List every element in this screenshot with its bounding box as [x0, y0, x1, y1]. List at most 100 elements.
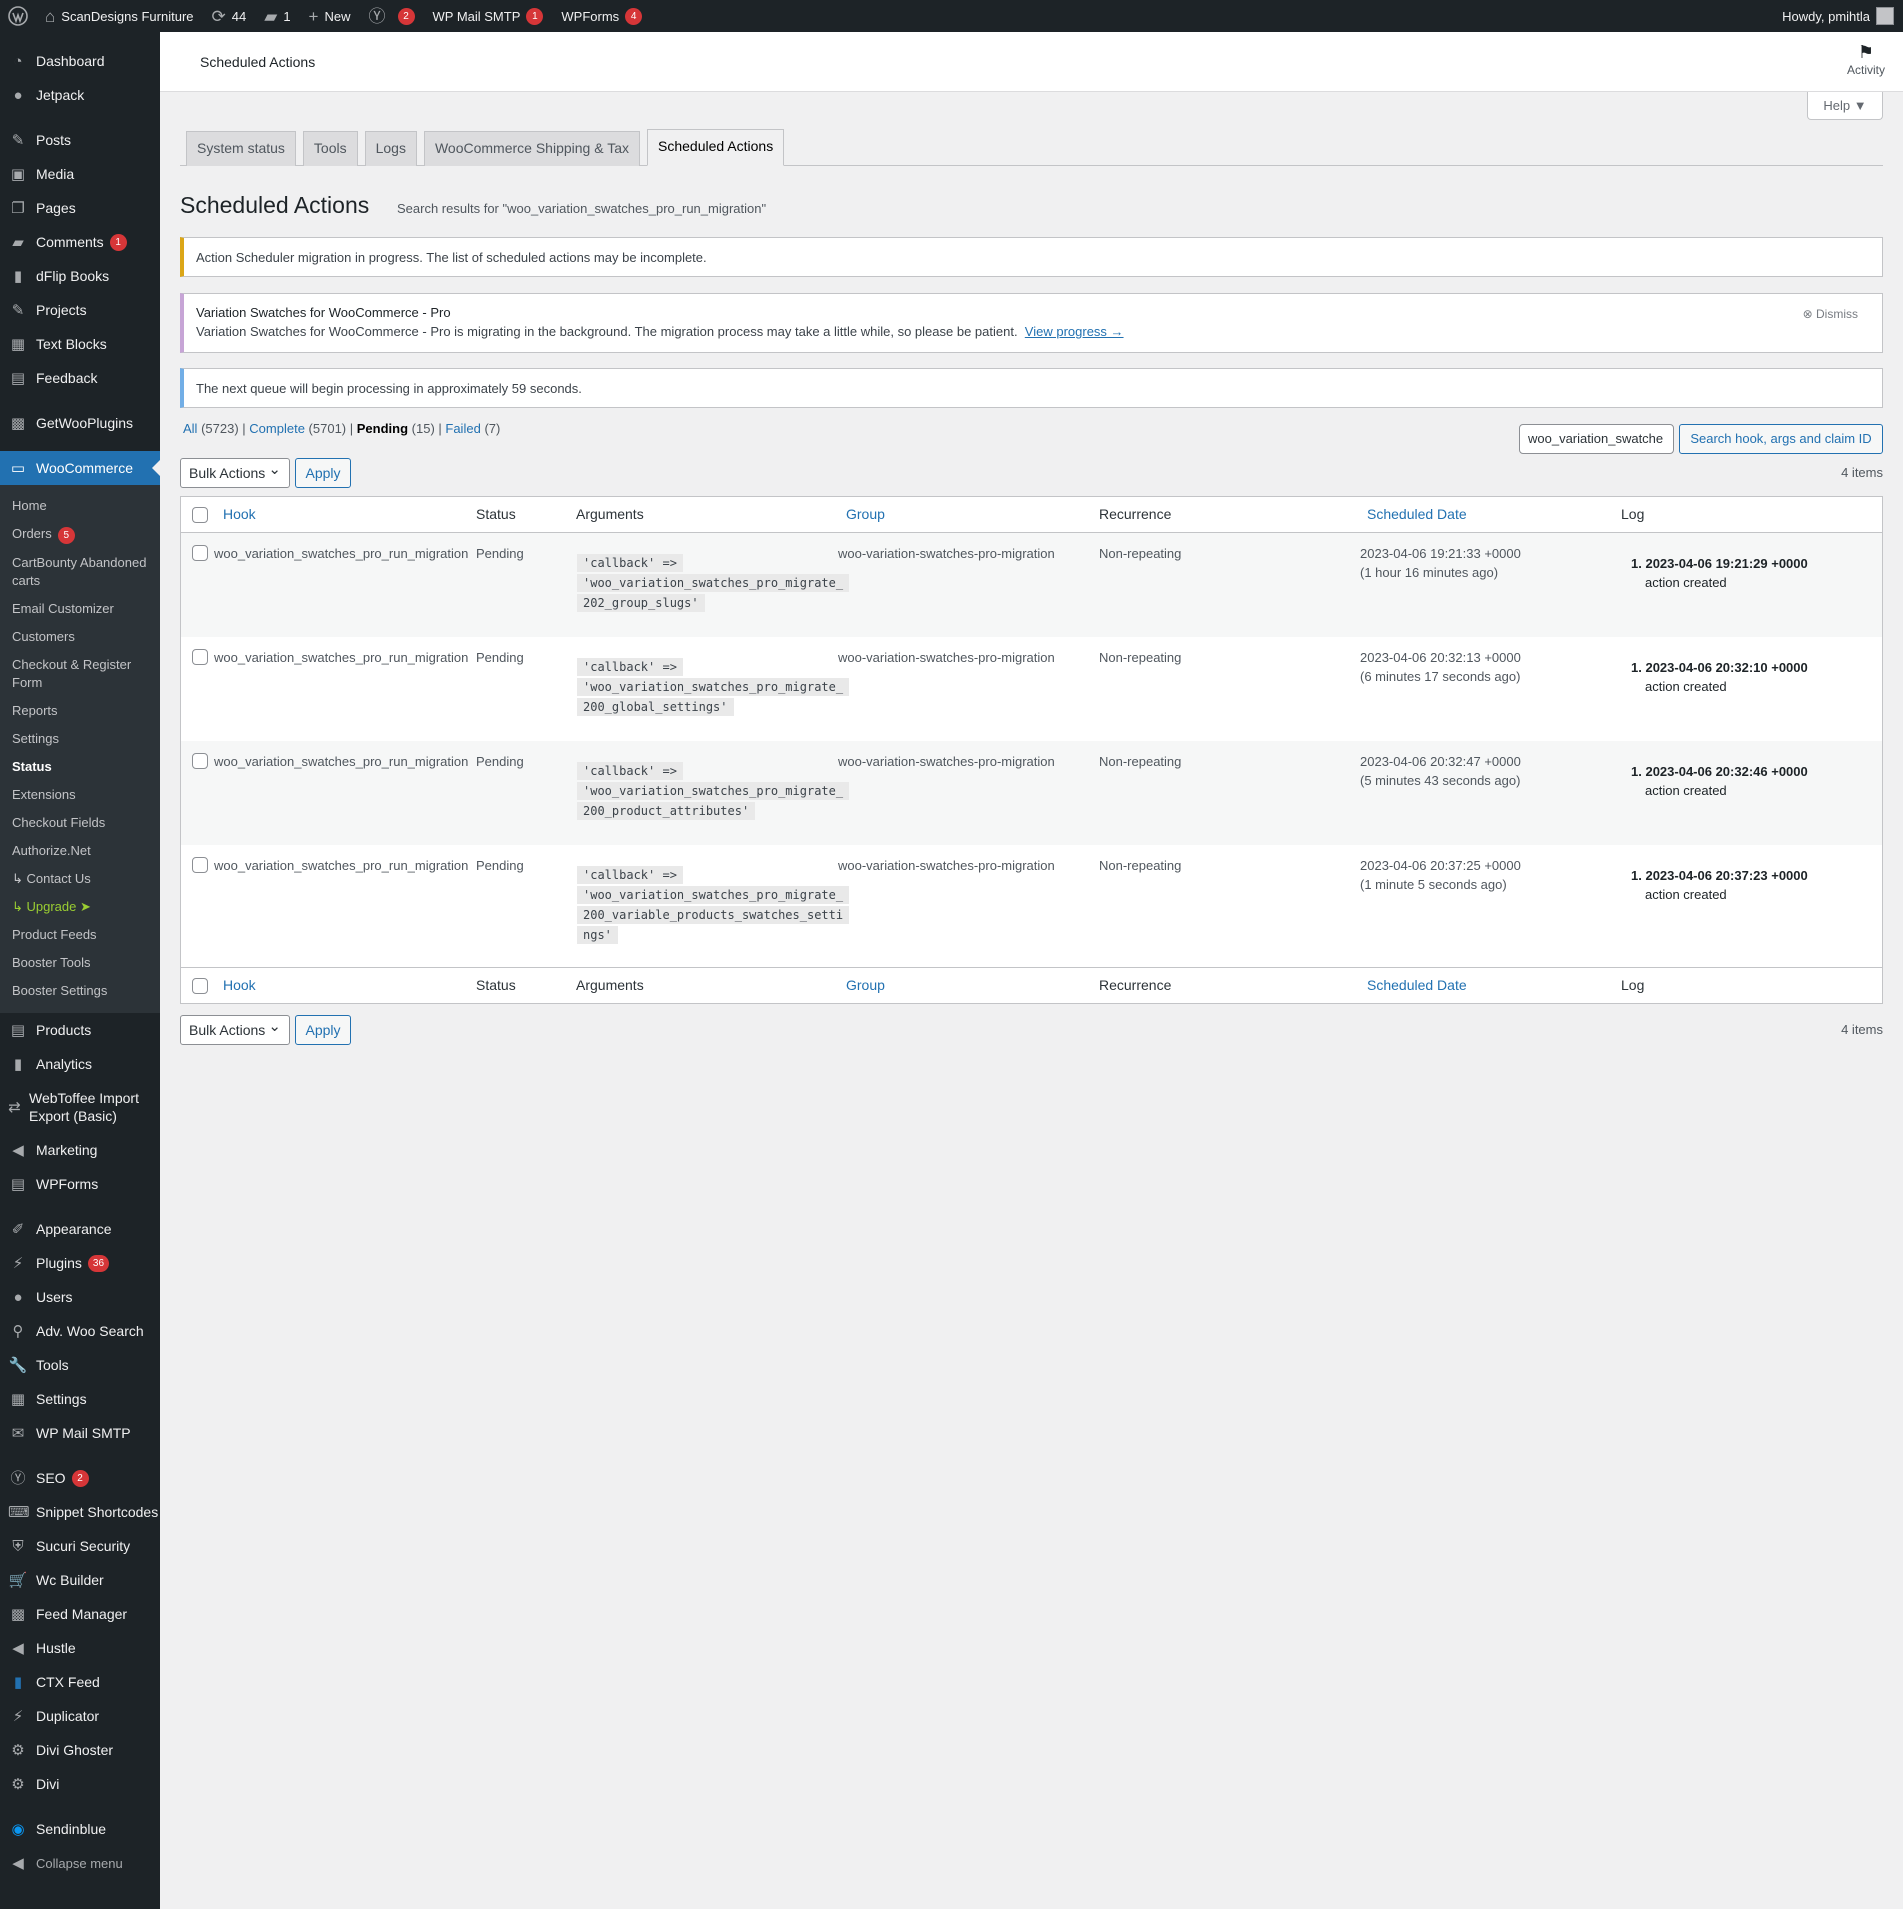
sidebar-item-wc-builder[interactable]: 🛒 Wc Builder — [0, 1563, 160, 1597]
sidebar-item-appearance[interactable]: ✐ Appearance — [0, 1212, 160, 1246]
activity-button[interactable]: ⚑ Activity — [1847, 42, 1885, 77]
tab-logs[interactable]: Logs — [364, 131, 417, 166]
sidebar-item-wp-mail-smtp[interactable]: ✉ WP Mail SMTP — [0, 1416, 160, 1450]
submenu-settings[interactable]: Settings — [0, 725, 160, 753]
view-progress-link[interactable]: View progress → — [1025, 324, 1124, 339]
tab-system-status[interactable]: System status — [186, 131, 296, 166]
submenu-checkout-register[interactable]: Checkout & Register Form — [0, 651, 160, 697]
sidebar-item-duplicator[interactable]: ⚡ Duplicator — [0, 1699, 160, 1733]
submenu-status[interactable]: Status — [0, 753, 160, 781]
submenu-contact-us[interactable]: ↳ Contact Us — [0, 865, 160, 893]
sidebar-item-comments[interactable]: ▰ Comments 1 — [0, 225, 160, 259]
updates-link[interactable]: ⟳ 44 — [203, 0, 256, 32]
sidebar-item-webtoffee[interactable]: ⇄ WebToffee Import Export (Basic) — [0, 1081, 160, 1133]
row-checkbox[interactable] — [192, 857, 208, 873]
column-group[interactable]: Group — [846, 977, 885, 993]
sidebar-item-text-blocks[interactable]: ▦ Text Blocks — [0, 327, 160, 361]
comments-link[interactable]: ▰ 1 — [255, 0, 299, 32]
row-checkbox[interactable] — [192, 545, 208, 561]
wp-mail-smtp-link[interactable]: WP Mail SMTP 1 — [424, 0, 553, 32]
submenu-authorize-net[interactable]: Authorize.Net — [0, 837, 160, 865]
sidebar-item-getwooplugins[interactable]: ▩ GetWooPlugins — [0, 406, 160, 440]
row-checkbox[interactable] — [192, 649, 208, 665]
collapse-menu-button[interactable]: ◀ Collapse menu — [0, 1846, 160, 1880]
bulk-actions-select[interactable]: Bulk Actions — [180, 456, 290, 488]
sidebar-item-products[interactable]: ▤ Products — [0, 1013, 160, 1047]
wordpress-logo-icon[interactable] — [0, 0, 36, 32]
search-icon: ⚲ — [12, 1322, 24, 1340]
filter-complete[interactable]: Complete — [249, 421, 305, 436]
sidebar-item-pages[interactable]: ❐ Pages — [0, 191, 160, 225]
apply-button-bottom[interactable]: Apply — [295, 1015, 351, 1045]
sidebar-item-woocommerce[interactable]: ▭ WooCommerce — [0, 451, 160, 485]
filter-pending[interactable]: Pending — [357, 421, 408, 436]
sidebar-item-posts[interactable]: ✎ Posts — [0, 123, 160, 157]
apply-button[interactable]: Apply — [295, 458, 351, 488]
filter-all[interactable]: All — [183, 421, 197, 436]
my-account-link[interactable]: Howdy, pmihtla — [1773, 0, 1903, 32]
wpforms-link[interactable]: WPForms 4 — [552, 0, 651, 32]
column-scheduled-date[interactable]: Scheduled Date — [1367, 506, 1467, 522]
submenu-checkout-fields[interactable]: Checkout Fields — [0, 809, 160, 837]
sidebar-item-users[interactable]: ● Users — [0, 1280, 160, 1314]
dismiss-button[interactable]: ⊗ Dismiss — [1803, 307, 1858, 321]
column-scheduled-date[interactable]: Scheduled Date — [1367, 977, 1467, 993]
select-all-checkbox-bottom[interactable] — [192, 978, 208, 994]
select-all-checkbox[interactable] — [192, 507, 208, 523]
sidebar-item-analytics[interactable]: ▮ Analytics — [0, 1047, 160, 1081]
sidebar-item-feed-manager[interactable]: ▩ Feed Manager — [0, 1597, 160, 1631]
sidebar-item-sendinblue[interactable]: ◉ Sendinblue — [0, 1812, 160, 1846]
sidebar-item-feedback[interactable]: ▤ Feedback — [0, 361, 160, 395]
row-group: woo-variation-swatches-pro-migration — [838, 858, 1055, 873]
filter-failed[interactable]: Failed — [445, 421, 480, 436]
bulk-actions-select-bottom[interactable]: Bulk Actions — [180, 1013, 290, 1045]
tab-scheduled-actions[interactable]: Scheduled Actions — [647, 129, 785, 166]
row-scheduled-date: 2023-04-06 20:37:25 +0000 (1 minute 5 sec… — [1360, 858, 1521, 892]
submenu-cartbounty[interactable]: CartBounty Abandoned carts — [0, 549, 160, 595]
submenu-booster-settings[interactable]: Booster Settings — [0, 977, 160, 1005]
submenu-reports[interactable]: Reports — [0, 697, 160, 725]
submenu-customers[interactable]: Customers — [0, 623, 160, 651]
items-count: 4 items — [1841, 465, 1883, 480]
site-name-link[interactable]: ⌂ ScanDesigns Furniture — [36, 0, 203, 32]
column-group[interactable]: Group — [846, 506, 885, 522]
submenu-booster-tools[interactable]: Booster Tools — [0, 949, 160, 977]
sidebar-item-dashboard[interactable]: ◔ Dashboard — [0, 44, 160, 78]
table-header: Hook Status Arguments Group Recurrence S… — [181, 497, 1882, 533]
sidebar-item-plugins[interactable]: ⚡ Plugins 36 — [0, 1246, 160, 1280]
sidebar-item-sucuri[interactable]: ⛨ Sucuri Security — [0, 1529, 160, 1563]
sidebar-item-tools[interactable]: 🔧 Tools — [0, 1348, 160, 1382]
sidebar-item-dflip[interactable]: ▮ dFlip Books — [0, 259, 160, 293]
yoast-link[interactable]: Ⓨ 2 — [360, 0, 424, 32]
row-checkbox[interactable] — [192, 753, 208, 769]
search-button[interactable]: Search hook, args and claim ID — [1679, 424, 1883, 454]
tab-shipping-tax[interactable]: WooCommerce Shipping & Tax — [423, 131, 640, 166]
sidebar-item-snippet-shortcodes[interactable]: ⌨ Snippet Shortcodes — [0, 1495, 160, 1529]
flag-icon: ⚑ — [1857, 42, 1875, 62]
submenu-orders[interactable]: Orders 5 — [0, 520, 160, 549]
submenu-product-feeds[interactable]: Product Feeds — [0, 921, 160, 949]
submenu-extensions[interactable]: Extensions — [0, 781, 160, 809]
sidebar-item-seo[interactable]: Ⓨ SEO 2 — [0, 1461, 160, 1495]
sidebar-item-divi-ghoster[interactable]: ⚙ Divi Ghoster — [0, 1733, 160, 1767]
submenu-upgrade[interactable]: ↳ Upgrade ➤ — [0, 893, 160, 921]
sidebar-item-hustle[interactable]: ◀ Hustle — [0, 1631, 160, 1665]
tab-tools[interactable]: Tools — [302, 131, 358, 166]
sidebar-item-settings[interactable]: ▦ Settings — [0, 1382, 160, 1416]
sidebar-item-adv-woo-search[interactable]: ⚲ Adv. Woo Search — [0, 1314, 160, 1348]
sidebar-item-projects[interactable]: ✎ Projects — [0, 293, 160, 327]
submenu-email-customizer[interactable]: Email Customizer — [0, 595, 160, 623]
sidebar-item-divi[interactable]: ⚙ Divi — [0, 1767, 160, 1801]
help-button[interactable]: Help ▼ — [1807, 92, 1883, 120]
sidebar-item-wpforms[interactable]: ▤ WPForms — [0, 1167, 160, 1201]
sidebar-item-media[interactable]: ▣ Media — [0, 157, 160, 191]
sidebar-item-jetpack[interactable]: ● Jetpack — [0, 78, 160, 112]
status-filters: All (5723) | Complete (5701) | Pending (… — [183, 421, 501, 436]
search-input[interactable]: woo_variation_swatche — [1519, 424, 1674, 454]
column-hook[interactable]: Hook — [223, 977, 256, 993]
new-content-link[interactable]: + New — [300, 0, 360, 32]
submenu-home[interactable]: Home — [0, 492, 160, 520]
sidebar-item-marketing[interactable]: ◀ Marketing — [0, 1133, 160, 1167]
sidebar-item-ctx-feed[interactable]: ▮ CTX Feed — [0, 1665, 160, 1699]
column-hook[interactable]: Hook — [223, 506, 256, 522]
